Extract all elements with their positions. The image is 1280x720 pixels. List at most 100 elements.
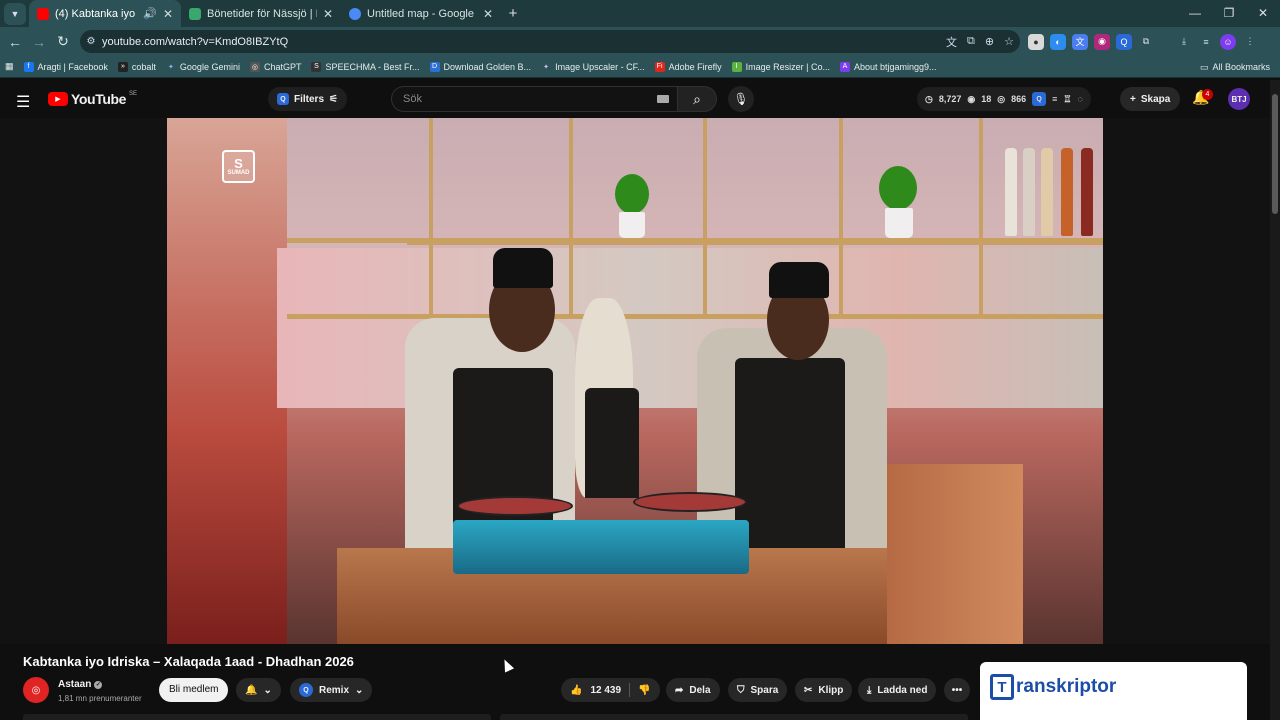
subscribe-notify-button[interactable]: 🔔 ⌄ — [236, 678, 281, 702]
zoom-icon[interactable]: ⊕ — [985, 35, 994, 48]
extension-icon[interactable]: Q — [1116, 33, 1132, 50]
keyboard-icon[interactable] — [657, 95, 669, 103]
shelf-post — [429, 118, 433, 318]
menu-icon[interactable]: ☰ — [16, 92, 30, 112]
url-text[interactable]: youtube.com/watch?v=KmdO8IBZYtQ — [102, 36, 288, 48]
page-scrollbar[interactable] — [1270, 80, 1280, 720]
bookmark-item[interactable]: ◎ ChatGPT — [245, 61, 307, 72]
bookmark-item[interactable]: » cobalt — [113, 61, 161, 72]
apps-grid-icon[interactable]: ▦ — [0, 61, 19, 72]
create-button[interactable]: + Skapa — [1120, 87, 1181, 111]
download-icon[interactable]: ⤓ — [1176, 34, 1192, 50]
share-button[interactable]: ➦ Dela — [666, 678, 720, 702]
channel-name-row[interactable]: Astaan ✓ — [58, 679, 103, 690]
bell-icon: 🔔 — [245, 684, 258, 696]
puzzle-icon[interactable]: ⧉ — [1138, 34, 1154, 50]
more-actions-button[interactable]: ••• — [944, 678, 970, 702]
video-player[interactable]: S SUMAD — [0, 118, 1270, 644]
forward-icon[interactable]: → — [27, 34, 51, 50]
shelf-post — [979, 118, 983, 318]
shelf-post — [839, 118, 843, 318]
tab-youtube[interactable]: (4) Kabtanka iyo Idriska – X 🔊 ✕ — [29, 0, 181, 27]
search-input[interactable]: Sök — [391, 86, 677, 112]
tab-close-icon[interactable]: ✕ — [323, 7, 333, 21]
scrollbar-thumb[interactable] — [1272, 94, 1278, 214]
shelf-post — [703, 118, 707, 318]
new-tab-button[interactable]: + — [501, 5, 525, 22]
logo-text: YouTube — [71, 91, 127, 107]
bookmark-star-icon[interactable]: ☆ — [1004, 35, 1014, 48]
save-button[interactable]: ⛉ Spara — [728, 678, 788, 702]
gemini-icon: ✦ — [167, 63, 174, 71]
transkriptor-ad[interactable]: T ranskriptor — [980, 662, 1247, 720]
bookmark-item[interactable]: S SPEECHMA - Best Fr... — [306, 61, 424, 72]
like-count[interactable]: 12 439 — [590, 685, 621, 696]
bookmark-item[interactable]: ✦ Image Upscaler - CF... — [536, 62, 650, 72]
plant-pot — [885, 208, 913, 238]
restore-icon[interactable]: ❐ — [1212, 0, 1246, 27]
minimize-icon[interactable]: — — [1178, 0, 1212, 27]
tab-google-earth[interactable]: Untitled map - Google Earth ✕ — [341, 0, 501, 27]
window-controls: — ❐ ✕ — [1178, 0, 1280, 27]
audio-icon[interactable]: 🔊 — [143, 7, 157, 20]
bookmark-item[interactable]: f Aragti | Facebook — [19, 61, 113, 72]
channel-name[interactable]: Astaan — [58, 679, 91, 690]
description-box[interactable] — [23, 714, 491, 720]
speechma-icon: S — [311, 61, 322, 72]
bookmark-label: cobalt — [131, 61, 156, 72]
like-icon[interactable]: 👍 — [570, 685, 582, 696]
extension-icon[interactable]: ◉ — [1094, 33, 1110, 50]
youtube-play-icon: ▶ — [48, 92, 68, 106]
extension-icon[interactable]: ● — [1028, 33, 1044, 50]
address-bar[interactable]: ⚙ youtube.com/watch?v=KmdO8IBZYtQ 文 ⧉ ⊕ … — [80, 30, 1020, 53]
comments-box[interactable] — [500, 714, 968, 720]
bookmark-label: Google Gemini — [179, 61, 240, 72]
back-icon[interactable]: ← — [3, 34, 27, 50]
download-button[interactable]: ⤓ Ladda ned — [858, 678, 937, 702]
channel-avatar[interactable]: ◎ — [23, 677, 49, 703]
extensions-area: ● ◐ 文 ◉ Q ⧉ ⤓ ≡ ☺ ⋮ — [1028, 27, 1258, 56]
divider — [629, 683, 631, 697]
voice-search-button[interactable]: 🎙 — [728, 86, 754, 112]
site-info-icon[interactable]: ⚙ — [80, 36, 102, 47]
extension-icon[interactable]: 文 — [1072, 33, 1088, 50]
channel-watermark[interactable]: S SUMAD — [222, 150, 255, 183]
dislike-icon[interactable]: 👎 — [638, 685, 650, 696]
bookmark-label: Adobe Firefly — [668, 61, 722, 72]
close-window-icon[interactable]: ✕ — [1246, 0, 1280, 27]
menu-kebab-icon[interactable]: ⋮ — [1242, 34, 1258, 50]
tab-close-icon[interactable]: ✕ — [163, 7, 173, 21]
search-button[interactable]: ⌕ — [677, 86, 717, 112]
video-frame[interactable]: S SUMAD — [167, 118, 1103, 644]
reload-icon[interactable]: ↻ — [51, 33, 75, 50]
account-avatar[interactable]: BTJ — [1228, 88, 1250, 110]
all-bookmarks[interactable]: ▭ All Bookmarks — [1200, 56, 1270, 78]
youtube-logo[interactable]: ▶ YouTube SE — [48, 91, 137, 107]
bookmark-item[interactable]: Fi Adobe Firefly — [650, 61, 727, 72]
bookmark-item[interactable]: ✦ Google Gemini — [161, 62, 245, 72]
remix-button[interactable]: Q Remix ⌄ — [290, 678, 373, 702]
about-icon: A — [840, 61, 850, 72]
bookmark-item[interactable]: A About btjgamingg9... — [835, 61, 942, 72]
filters-button[interactable]: Q Filters ⚟ — [268, 87, 347, 111]
tab-islam[interactable]: Bönetider för Nässjö | Islam.nu ✕ — [181, 0, 341, 27]
bookmark-item[interactable]: I Image Resizer | Co... — [727, 61, 835, 72]
stats-pill[interactable]: ◷ 8,727 ◉ 18 ◎ 866 Q ≡ ♖ ◌ — [917, 87, 1091, 111]
bookmark-item[interactable]: D Download Golden B... — [425, 61, 537, 72]
tab-close-icon[interactable]: ✕ — [483, 7, 493, 21]
chevron-down-icon: ⌄ — [263, 684, 272, 696]
view-icon: ◎ — [997, 93, 1006, 104]
tab-search-button[interactable]: ▼ — [4, 2, 26, 25]
bookmark-label: Download Golden B... — [443, 61, 532, 72]
media-control-icon[interactable]: ≡ — [1198, 34, 1214, 50]
filters-label: Filters — [294, 93, 325, 105]
extension-icon[interactable]: ◐ — [1050, 33, 1066, 50]
cast-icon[interactable]: ⧉ — [967, 35, 975, 48]
video-details: Kabtanka iyo Idriska – Xalaqada 1aad - D… — [0, 644, 1270, 720]
join-button[interactable]: Bli medlem — [159, 678, 229, 702]
profile-avatar-icon[interactable]: ☺ — [1220, 33, 1236, 50]
clip-button[interactable]: ✂ Klipp — [795, 678, 853, 702]
frying-pan — [457, 496, 573, 516]
plant — [879, 166, 917, 210]
translate-icon[interactable]: 文 — [946, 34, 957, 50]
